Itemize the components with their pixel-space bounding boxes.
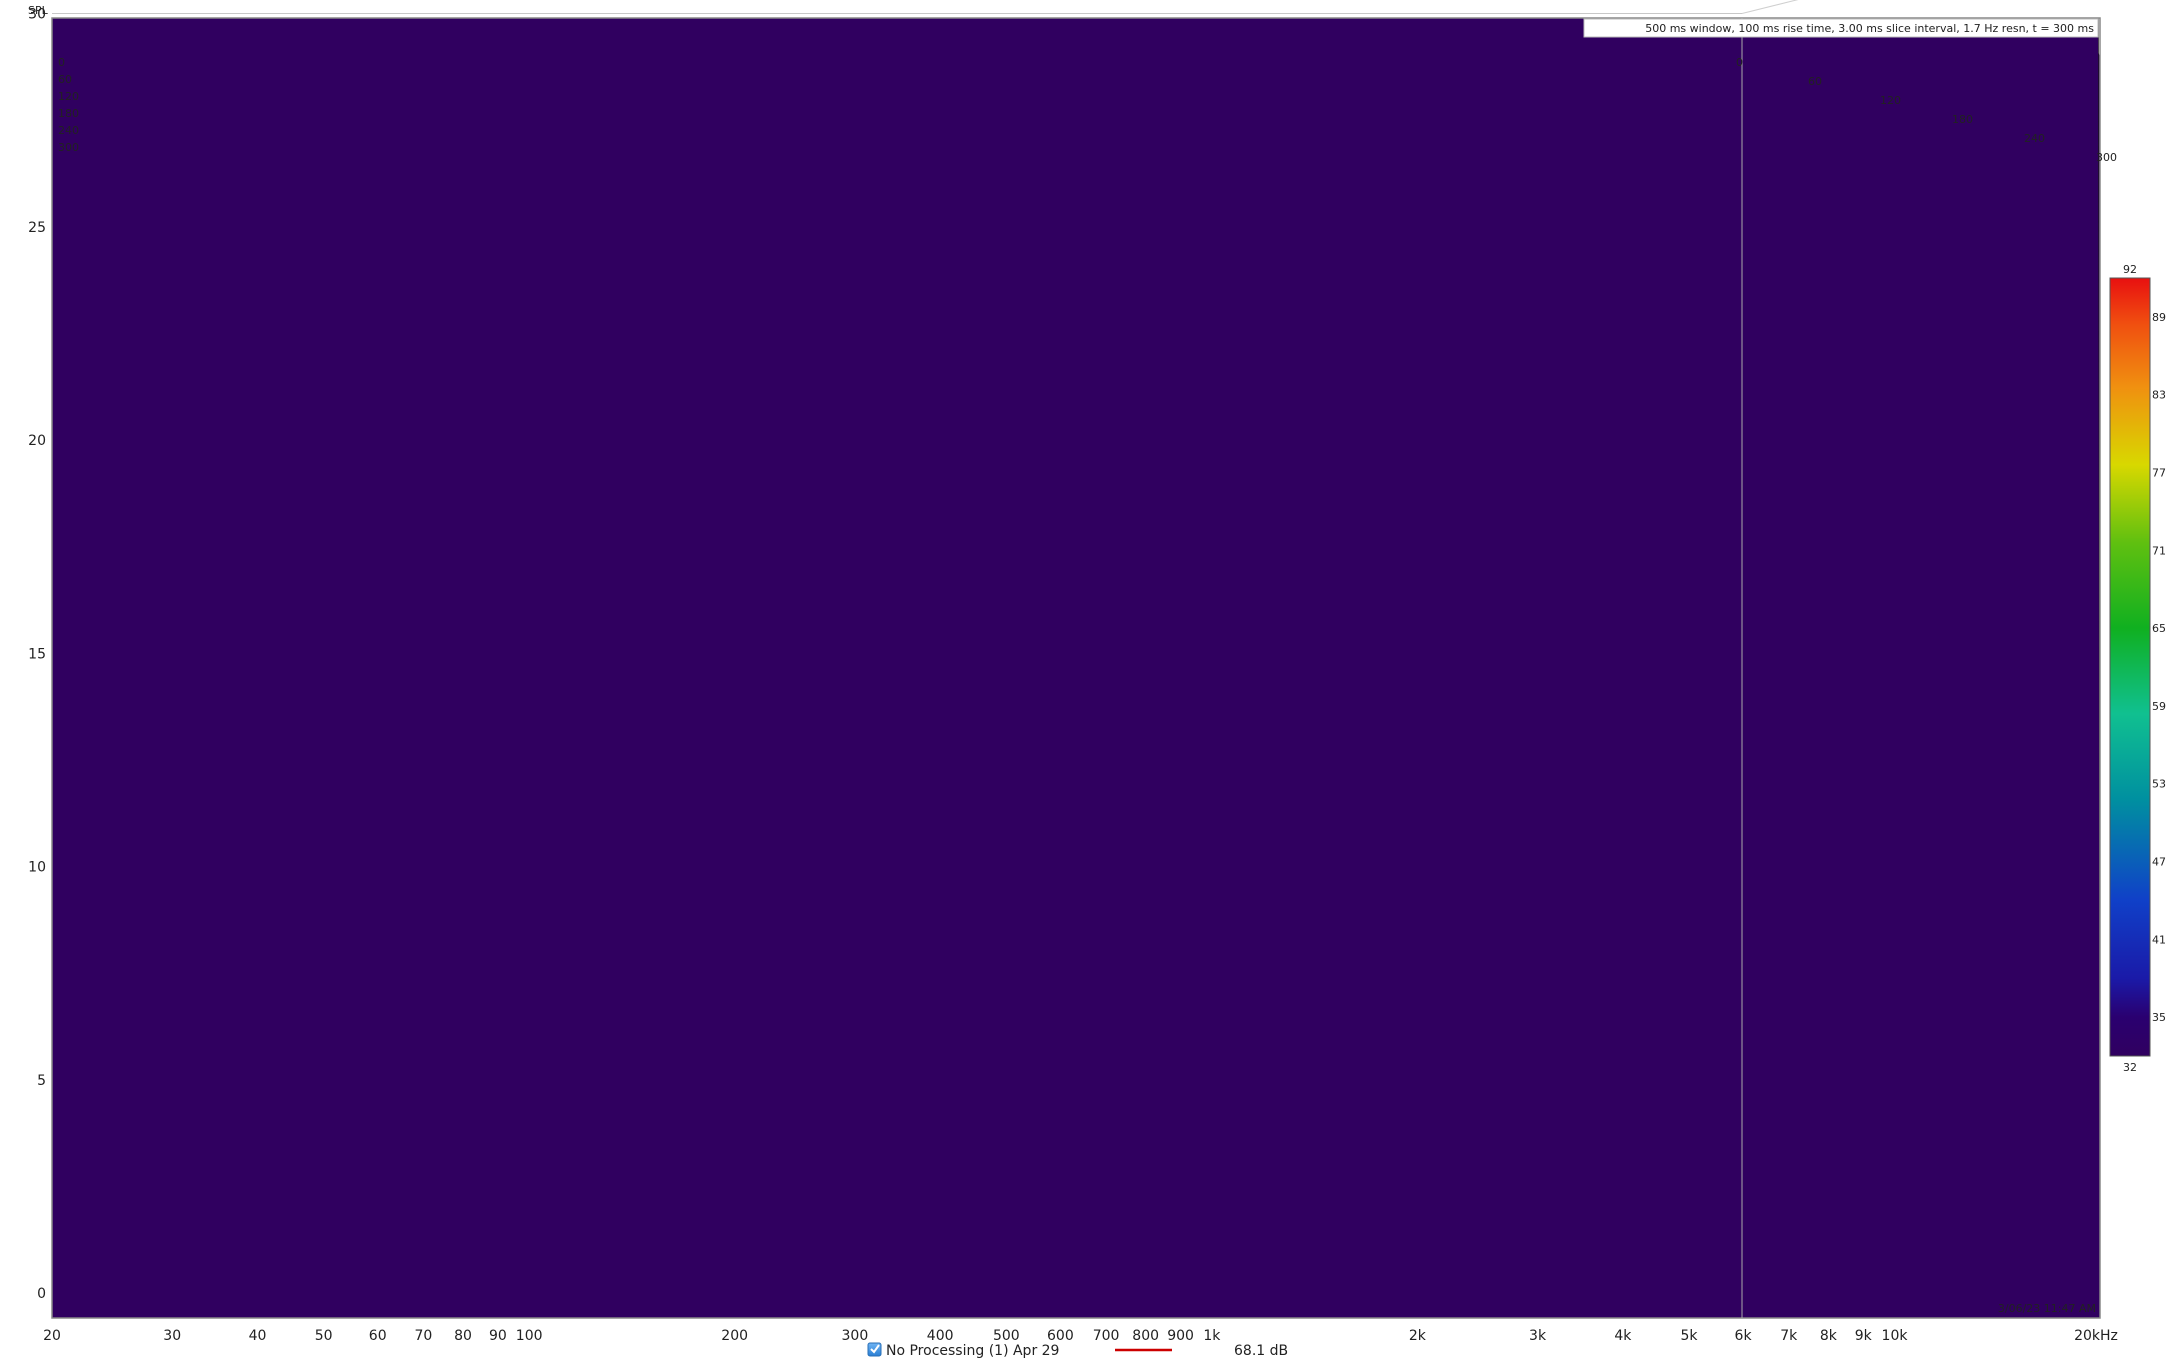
waterfall-plot: 0510152025303540455055606570758085909510… xyxy=(28,0,2166,1359)
x-tick-label: 10k xyxy=(1882,1328,1909,1344)
x-tick-label: 30 xyxy=(163,1328,181,1344)
time-slice-label-front: 120 xyxy=(58,90,79,103)
legend[interactable]: No Processing (1) Apr 29 68.1 dB xyxy=(867,1342,1288,1359)
x-tick-label: 80 xyxy=(454,1328,472,1344)
x-tick-label: 6k xyxy=(1735,1328,1753,1344)
colorbar-tick-label: 71 xyxy=(2152,544,2166,557)
x-tick-label: 20 xyxy=(43,1328,61,1344)
x-tick-label: 70 xyxy=(415,1328,433,1344)
x-tick-label: 90 xyxy=(489,1328,507,1344)
x-tick-label: 9k xyxy=(1855,1328,1873,1344)
info-text: 500 ms window, 100 ms rise time, 3.00 ms… xyxy=(1645,22,2094,35)
colorbar-tick-label: 83 xyxy=(2152,389,2166,402)
y-axis-label: SPL xyxy=(28,4,49,17)
y-tick-label: 25 xyxy=(28,220,46,236)
y-tick-label: 20 xyxy=(28,433,46,449)
colorbar-tick-label: 59 xyxy=(2152,700,2166,713)
x-tick-label: 60 xyxy=(369,1328,387,1344)
x-tick-label: 900 xyxy=(1167,1328,1194,1344)
time-slice-label-back: 180 xyxy=(1952,113,1973,126)
x-tick-label: 600 xyxy=(1047,1328,1074,1344)
y-tick-label: 0 xyxy=(37,1286,46,1302)
time-slice-label-front: 180 xyxy=(58,107,79,120)
time-slice-label-front: 60 xyxy=(58,73,72,86)
colorbar-tick-label: 77 xyxy=(2152,467,2166,480)
x-tick-label: 50 xyxy=(315,1328,333,1344)
time-slice-label-front: 240 xyxy=(58,124,79,137)
waterfall-slice xyxy=(52,18,2100,1318)
x-tick-label: 1k xyxy=(1203,1328,1221,1344)
x-tick-label: 40 xyxy=(249,1328,267,1344)
legend-series-label[interactable]: No Processing (1) Apr 29 xyxy=(886,1343,1059,1359)
waterfall-chart-window: 0510152025303540455055606570758085909510… xyxy=(0,0,2180,1371)
x-tick-label: 7k xyxy=(1780,1328,1798,1344)
perspective-line xyxy=(1741,0,1799,14)
timestamp: 3/06/23 11:47 AM xyxy=(1998,1302,2096,1315)
time-slice-label-front: 0 xyxy=(58,56,65,69)
time-slice-label-back: 300 xyxy=(2096,151,2117,164)
x-tick-label: 5k xyxy=(1680,1328,1698,1344)
x-tick-label: 8k xyxy=(1820,1328,1838,1344)
colorbar-tick-label: 35 xyxy=(2152,1011,2166,1024)
time-slice-label-front: 300 xyxy=(58,141,79,154)
x-tick-label: 100 xyxy=(516,1328,543,1344)
y-tick-label: 15 xyxy=(28,646,46,662)
colorbar-tick-label: 41 xyxy=(2152,933,2166,946)
x-tick-label: 4k xyxy=(1614,1328,1632,1344)
legend-series-value: 68.1 dB xyxy=(1234,1343,1288,1359)
legend-checkbox[interactable] xyxy=(867,1342,882,1357)
x-tick-label: 200 xyxy=(721,1328,748,1344)
x-tick-label: 500 xyxy=(993,1328,1020,1344)
colorbar-tick-label: 47 xyxy=(2152,856,2166,869)
x-tick-label: 2k xyxy=(1409,1328,1427,1344)
x-tick-label: 3k xyxy=(1529,1328,1547,1344)
x-tick-label: 400 xyxy=(927,1328,954,1344)
time-slice-label-back: 120 xyxy=(1880,94,1901,107)
colorbar-max-label: 92 xyxy=(2123,263,2137,276)
waterfall-surface xyxy=(52,18,2100,1318)
time-slice-label-back: 0 xyxy=(1736,56,1743,69)
x-tick-label: 300 xyxy=(842,1328,869,1344)
colorbar-tick-label: 53 xyxy=(2152,778,2166,791)
x-tick-label: 700 xyxy=(1093,1328,1120,1344)
y-tick-label: 5 xyxy=(37,1073,46,1089)
colorbar-bar xyxy=(2109,277,2151,1057)
x-tick-label: 20kHz xyxy=(2074,1328,2118,1344)
y-tick-label: 10 xyxy=(28,860,46,876)
colorbar: 92 32 89 83 77 71 65 59 53 47 41 35 xyxy=(2109,263,2166,1074)
time-slice-label-back: 240 xyxy=(2024,132,2045,145)
colorbar-tick-label: 89 xyxy=(2152,311,2166,324)
colorbar-tick-label: 65 xyxy=(2152,622,2166,635)
info-box: 500 ms window, 100 ms rise time, 3.00 ms… xyxy=(1583,18,2099,38)
colorbar-min-label: 32 xyxy=(2123,1061,2137,1074)
x-tick-label: 800 xyxy=(1132,1328,1159,1344)
time-slice-label-back: 60 xyxy=(1808,75,1822,88)
